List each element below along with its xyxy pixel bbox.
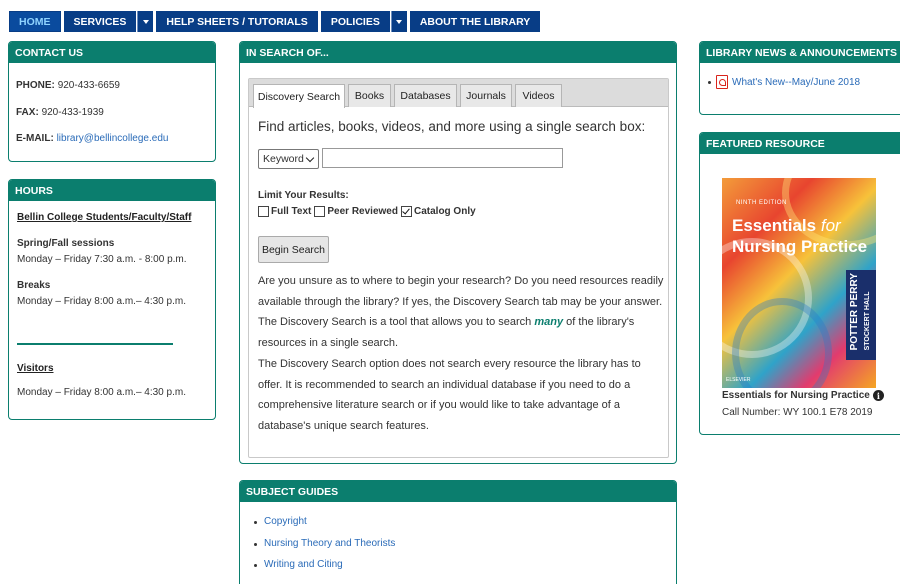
tab-databases[interactable]: Databases — [394, 84, 457, 107]
visitors-label: Visitors — [17, 363, 54, 374]
limit-label: Limit Your Results: — [258, 190, 349, 201]
cover-authors: POTTER PERRY STOCKERT HALL — [848, 273, 874, 350]
para1-emphasis: many — [534, 316, 564, 328]
cover-edition: NINTH EDITION — [736, 200, 787, 206]
spring-fall-hours: Monday – Friday 7:30 a.m. - 8:00 p.m. — [17, 254, 187, 265]
nav-about[interactable]: ABOUT THE LIBRARY — [409, 11, 541, 32]
bullet-icon — [708, 80, 711, 84]
cover-title-part-1: Essentials — [732, 216, 817, 235]
guide-link-nursing-theory[interactable]: Nursing Theory and Theorists — [264, 538, 395, 549]
fax-line: FAX: 920-433-1939 — [16, 107, 104, 118]
news-panel: LIBRARY NEWS & ANNOUNCEMENTS What's New-… — [699, 41, 900, 115]
phone-line: PHONE: 920-433-6659 — [16, 80, 120, 91]
list-item: Nursing Theory and Theorists — [254, 538, 395, 560]
bullet-icon — [254, 521, 257, 524]
breaks-hours: Monday – Friday 8:00 a.m.– 4:30 p.m. — [17, 296, 186, 307]
hours-group-heading: Bellin College Students/Faculty/Staff — [17, 212, 192, 223]
book-cover-image[interactable]: NINTH EDITION Essentials for Nursing Prac… — [722, 178, 876, 388]
contact-panel: CONTACT US PHONE: 920-433-6659 FAX: 920-… — [8, 41, 216, 162]
fax-value: 920-433-1939 — [41, 107, 104, 118]
search-title: IN SEARCH OF... — [240, 42, 676, 63]
book-title-text[interactable]: Essentials for Nursing Practice — [722, 390, 870, 401]
divider — [17, 343, 173, 345]
peer-reviewed-label: Peer Reviewed — [327, 206, 398, 217]
chevron-down-icon — [305, 153, 315, 163]
contact-title: CONTACT US — [9, 42, 215, 63]
featured-book-title: Essentials for Nursing Practice i — [722, 390, 884, 401]
hours-panel: HOURS Bellin College Students/Faculty/St… — [8, 179, 216, 420]
catalog-only-checkbox[interactable] — [400, 206, 412, 217]
nav-help-sheets[interactable]: HELP SHEETS / TUTORIALS — [156, 11, 318, 32]
search-input[interactable] — [322, 148, 563, 168]
nav-home[interactable]: HOME — [9, 11, 61, 32]
search-panel: IN SEARCH OF... Discovery Search Books D… — [239, 41, 677, 464]
email-link[interactable]: library@bellincollege.edu — [57, 133, 169, 144]
search-box: Discovery Search Books Databases Journal… — [248, 78, 669, 458]
breaks-label: Breaks — [17, 280, 51, 291]
info-icon[interactable]: i — [872, 390, 884, 401]
featured-title: FEATURED RESOURCE — [700, 133, 900, 154]
select-value: Keyword — [263, 153, 304, 165]
cover-publisher: ELSEVIER — [726, 377, 751, 383]
visitors-hours: Monday – Friday 8:00 a.m.– 4:30 p.m. — [17, 387, 186, 398]
guide-link-writing-citing[interactable]: Writing and Citing — [264, 559, 343, 570]
cover-authors-line-1: POTTER PERRY — [849, 273, 860, 351]
cover-title-for: for — [820, 216, 841, 235]
phone-label: PHONE: — [16, 80, 55, 91]
subject-guides-list: Copyright Nursing Theory and Theorists W… — [254, 516, 395, 581]
pdf-icon — [716, 75, 728, 89]
caret-down-icon — [396, 19, 403, 24]
subject-guides-title: SUBJECT GUIDES — [240, 481, 676, 502]
hours-title: HOURS — [9, 180, 215, 201]
search-help-paragraph-2: The Discovery Search option does not sea… — [258, 358, 641, 432]
nav-policies[interactable]: POLICIES — [320, 11, 390, 32]
tab-books[interactable]: Books — [348, 84, 391, 107]
list-item: Copyright — [254, 516, 395, 538]
call-number: Call Number: WY 100.1 E78 2019 — [722, 407, 873, 418]
full-text-checkbox[interactable] — [258, 206, 269, 217]
news-link[interactable]: What's New--May/June 2018 — [732, 77, 860, 88]
cover-authors-line-2: STOCKERT HALL — [864, 291, 871, 351]
bullet-icon — [254, 542, 257, 546]
news-title: LIBRARY NEWS & ANNOUNCEMENTS — [700, 42, 900, 63]
catalog-only-label: Catalog Only — [413, 206, 476, 217]
list-item: Writing and Citing — [254, 559, 395, 581]
email-line: E-MAIL: library@bellincollege.edu — [16, 133, 168, 144]
main-nav: HOME SERVICES HELP SHEETS / TUTORIALS PO… — [9, 11, 543, 32]
caret-down-icon — [142, 19, 149, 24]
featured-panel: FEATURED RESOURCE NINTH EDITION Essentia… — [699, 132, 900, 435]
search-field-select[interactable]: Keyword — [258, 149, 319, 169]
tab-journals[interactable]: Journals — [460, 84, 512, 107]
tab-discovery-search[interactable]: Discovery Search — [253, 84, 345, 108]
cover-title: Essentials for Nursing Practice — [732, 215, 872, 257]
email-label: E-MAIL: — [16, 133, 54, 144]
phone-value: 920-433-6659 — [57, 80, 120, 91]
search-help-paragraph-1: Are you unsure as to where to begin your… — [258, 271, 668, 353]
limit-options: Full Text Peer Reviewed Catalog Only — [258, 206, 479, 217]
begin-search-button[interactable]: Begin Search — [258, 236, 329, 263]
services-dropdown-toggle[interactable] — [137, 11, 154, 32]
cover-title-part-2: Nursing Practice — [732, 237, 868, 256]
tab-videos[interactable]: Videos — [515, 84, 562, 107]
search-lead: Find articles, books, videos, and more u… — [258, 119, 646, 134]
nav-services[interactable]: SERVICES — [63, 11, 137, 32]
policies-dropdown-toggle[interactable] — [390, 11, 407, 32]
subject-guides-panel: SUBJECT GUIDES Copyright Nursing Theory … — [239, 480, 677, 584]
peer-reviewed-checkbox[interactable] — [314, 206, 326, 217]
full-text-label: Full Text — [271, 206, 312, 217]
fax-label: FAX: — [16, 107, 39, 118]
bullet-icon — [254, 564, 257, 567]
news-item: What's New--May/June 2018 — [708, 75, 860, 89]
search-tabs: Discovery Search Books Databases Journal… — [249, 79, 668, 108]
guide-link-copyright[interactable]: Copyright — [264, 516, 307, 527]
spring-fall-label: Spring/Fall sessions — [17, 238, 115, 249]
